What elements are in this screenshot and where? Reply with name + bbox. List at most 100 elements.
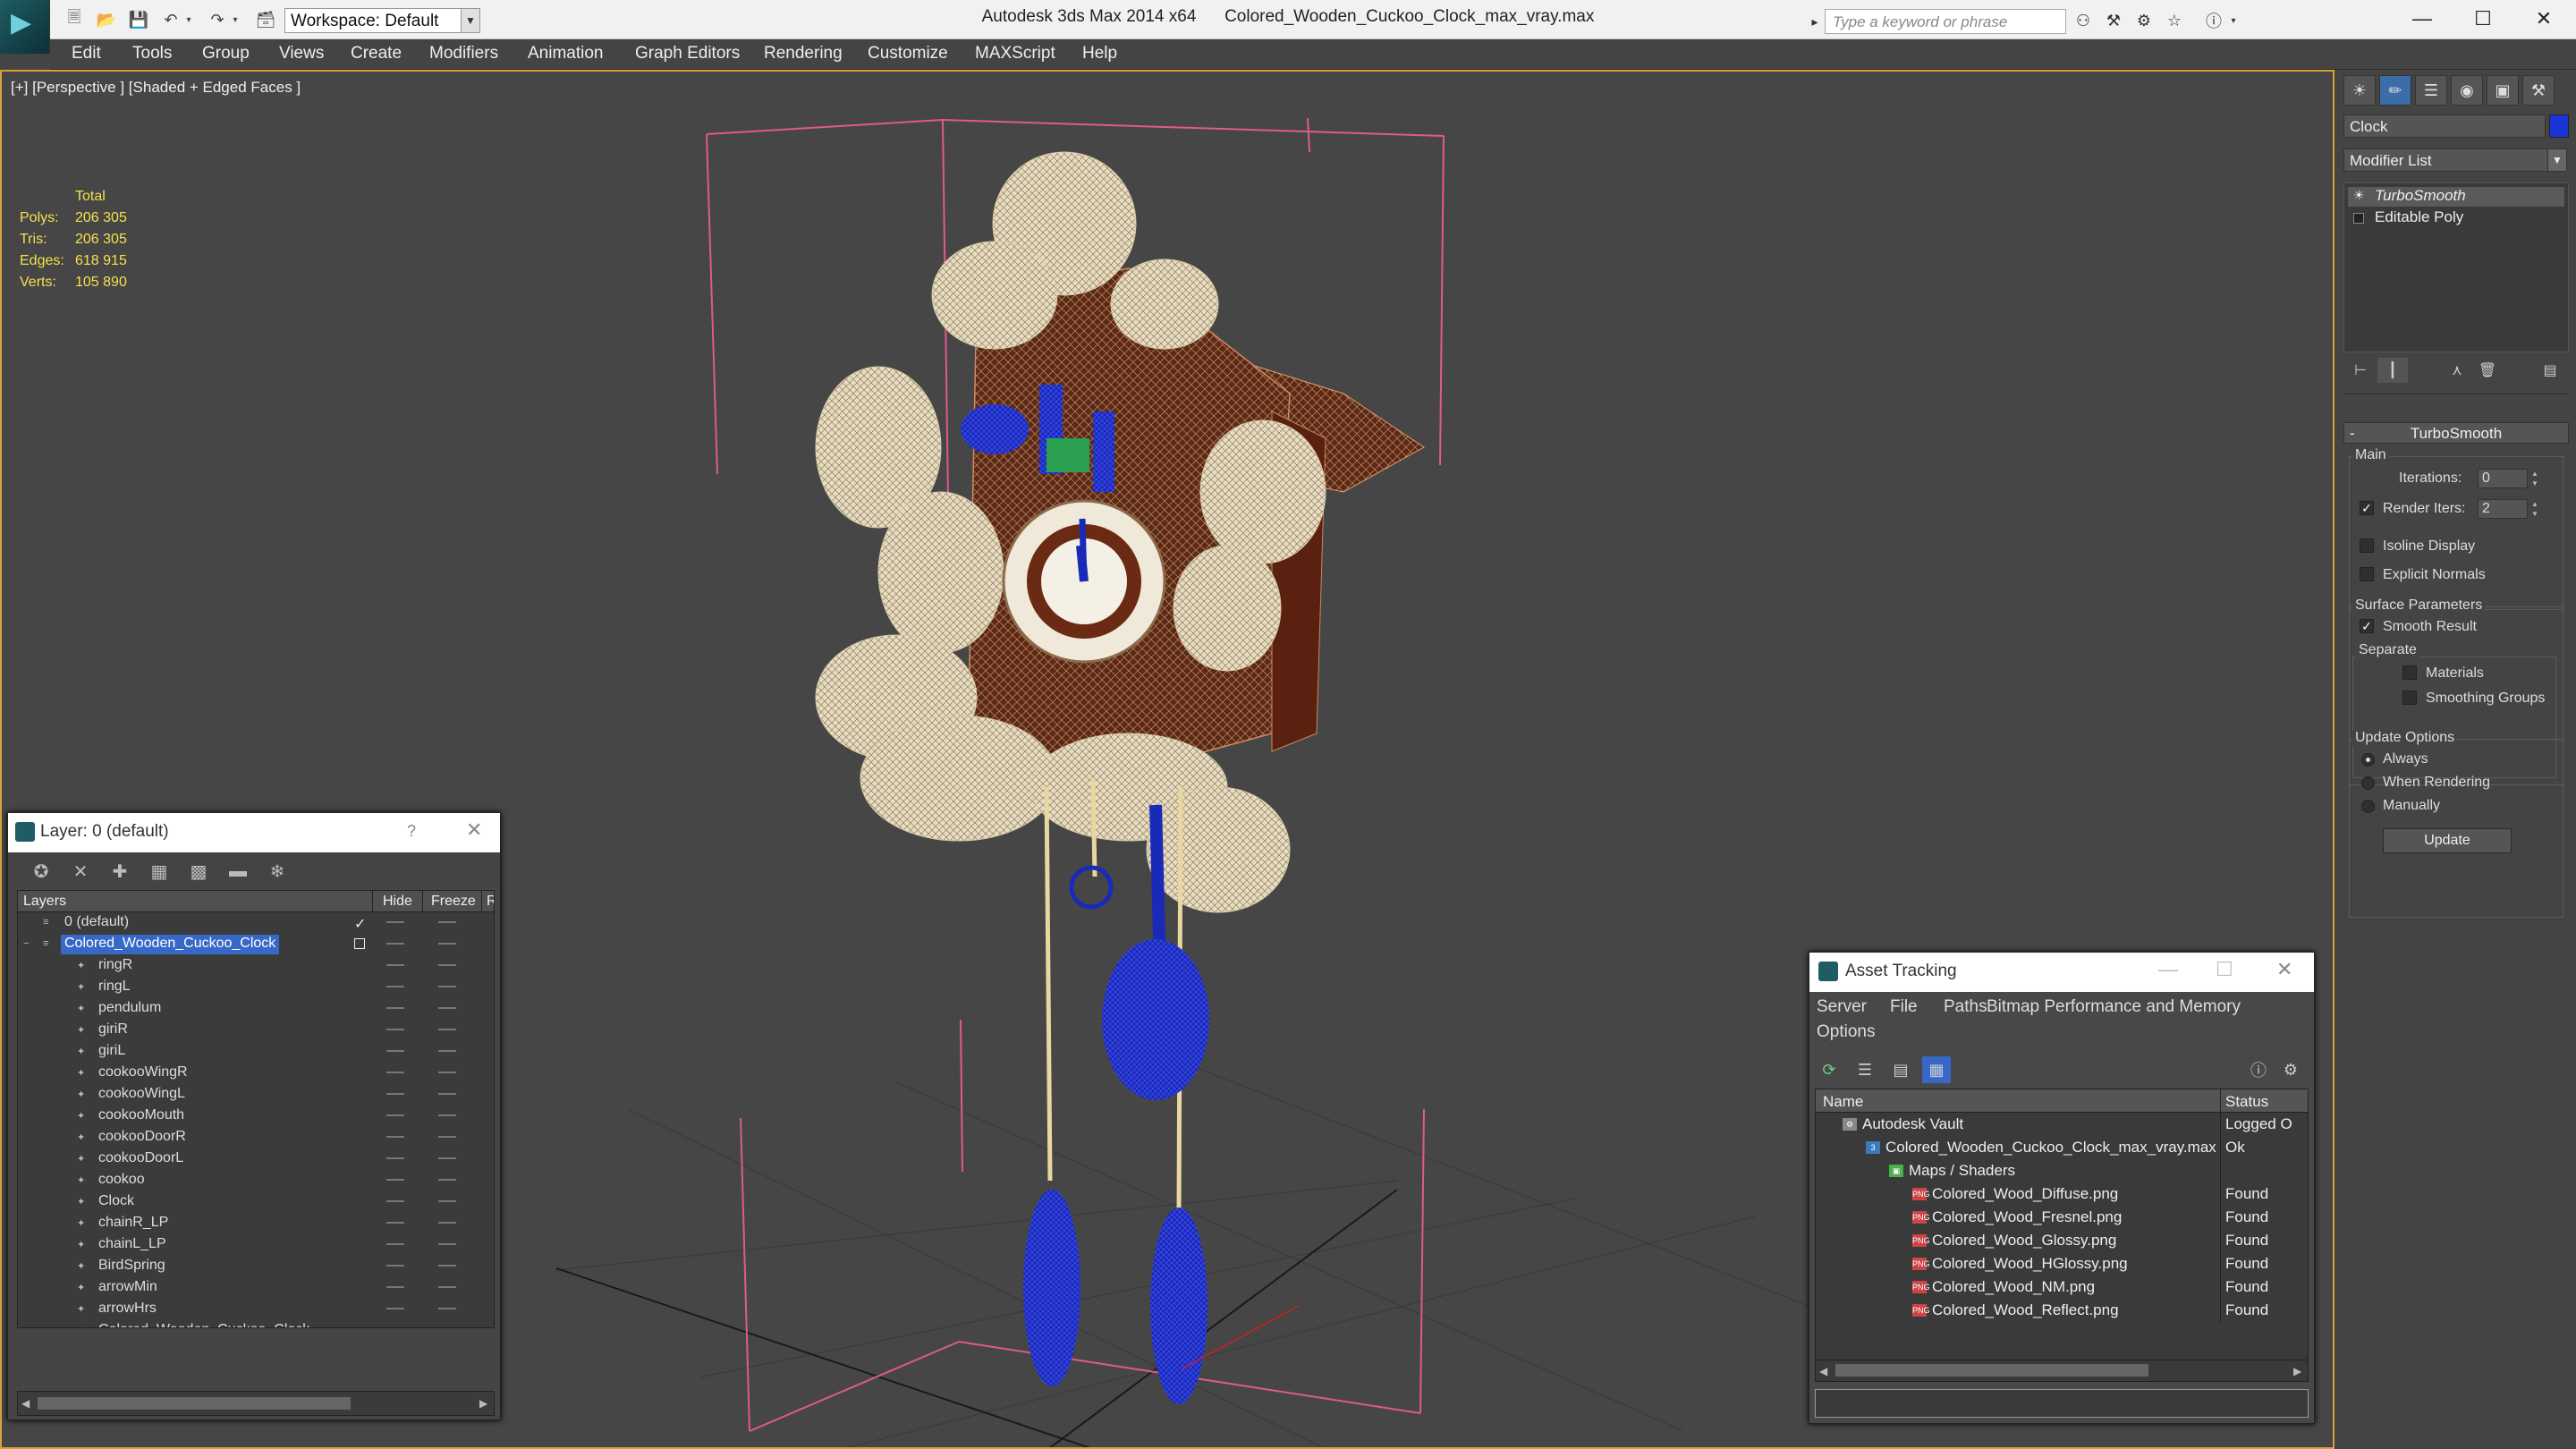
layer-name[interactable]: arrowMin — [95, 1278, 161, 1298]
asset-help-icon[interactable]: ⓘ — [2244, 1056, 2273, 1083]
workspace-dropdown-icon[interactable]: ▼ — [461, 8, 480, 33]
layer-row[interactable]: ✦ cookooDoorL — [18, 1148, 494, 1170]
layer-row[interactable]: ✦ cookoo — [18, 1170, 494, 1191]
layer-horizontal-scrollbar[interactable]: ◀ ▶ — [17, 1391, 495, 1416]
menu-modifiers[interactable]: Modifiers — [429, 44, 498, 64]
turbosmooth-rollout-header[interactable]: - TurboSmooth — [2343, 422, 2569, 444]
minimize-icon[interactable]: — — [2394, 0, 2451, 38]
hide-toggle[interactable] — [386, 986, 404, 987]
layer-name[interactable]: cookooMouth — [95, 1106, 188, 1126]
freeze-toggle[interactable] — [438, 986, 456, 987]
layer-row[interactable]: ✦ Clock — [18, 1191, 494, 1213]
asset-row[interactable]: PNG Colored_Wood_Reflect.png Found — [1816, 1299, 2308, 1322]
freeze-toggle[interactable] — [438, 1029, 456, 1030]
show-end-result-icon[interactable]: ┃ — [2377, 358, 2408, 383]
layer-row[interactable]: ≡ 0 (default) ✓ — [18, 912, 494, 934]
hide-toggle[interactable] — [386, 1222, 404, 1224]
hide-column-header[interactable]: Hide — [383, 894, 412, 910]
modify-tab-icon[interactable]: ✏ — [2379, 75, 2411, 106]
add-selection-icon[interactable]: ✚ — [105, 858, 135, 885]
spinner-arrows-icon[interactable]: ▲ ▼ — [2529, 499, 2540, 519]
layer-name[interactable]: Clock — [95, 1192, 138, 1212]
freeze-toggle[interactable] — [438, 1265, 456, 1267]
smoothing-groups-checkbox[interactable] — [2402, 691, 2417, 705]
asset-menu-options[interactable]: Options — [1817, 1022, 1875, 1042]
layer-row[interactable]: ✦ giriR — [18, 1020, 494, 1041]
hide-toggle[interactable] — [386, 1179, 404, 1181]
asset-status-field[interactable] — [1815, 1389, 2309, 1418]
render-iters-spinner[interactable]: 2 — [2478, 499, 2528, 519]
freeze-toggle[interactable] — [438, 943, 456, 945]
scroll-thumb[interactable] — [1835, 1364, 2148, 1377]
name-column-header[interactable]: Name — [1823, 1093, 1863, 1111]
asset-row[interactable]: ▣ Maps / Shaders — [1816, 1159, 2308, 1182]
layer-help-icon[interactable]: ? — [407, 822, 416, 841]
materials-checkbox[interactable] — [2402, 665, 2417, 680]
menu-help[interactable]: Help — [1082, 44, 1117, 64]
when-rendering-radio[interactable] — [2361, 776, 2375, 790]
asset-horizontal-scrollbar[interactable]: ◀ ▶ — [1816, 1360, 2308, 1381]
workspace-select[interactable]: Workspace: Default — [284, 8, 463, 33]
isoline-display-checkbox[interactable] — [2360, 538, 2374, 553]
layer-row[interactable]: ✦ arrowHrs — [18, 1299, 494, 1320]
modifier-list-dropdown[interactable]: Modifier List — [2343, 148, 2558, 172]
menu-customize[interactable]: Customize — [868, 44, 948, 64]
pin-stack-icon[interactable]: ⊢ — [2345, 358, 2376, 383]
freeze-toggle[interactable] — [438, 1007, 456, 1009]
layer-row[interactable]: ✦ cookooDoorR — [18, 1127, 494, 1148]
create-layer-icon[interactable]: ✪ — [26, 858, 56, 885]
expand-toggle-icon[interactable] — [23, 917, 34, 928]
hide-toggle[interactable] — [386, 1286, 404, 1288]
layer-name[interactable]: ringR — [95, 956, 136, 976]
select-objects-icon[interactable]: ▦ — [144, 858, 174, 885]
freeze-column-header[interactable]: Freeze — [431, 894, 476, 910]
layer-name[interactable]: giriL — [95, 1042, 129, 1062]
delete-layer-icon[interactable]: ✕ — [65, 858, 96, 885]
layer-row[interactable]: ✦ BirdSpring — [18, 1256, 494, 1277]
scroll-right-icon[interactable]: ▶ — [479, 1397, 487, 1410]
asset-row[interactable]: PNG Colored_Wood_Glossy.png Found — [1816, 1229, 2308, 1252]
layer-row[interactable]: ✦ ringR — [18, 955, 494, 977]
freeze-all-layers-icon[interactable]: ❄ — [262, 858, 292, 885]
redo-icon[interactable]: ↷ — [206, 9, 229, 30]
tree-view-icon[interactable]: ▤ — [1886, 1056, 1915, 1083]
binoculars-icon[interactable]: ⚇ — [2070, 9, 2097, 32]
help-dropdown-icon[interactable]: ▾ — [2227, 9, 2240, 32]
freeze-toggle[interactable] — [438, 1136, 456, 1138]
layer-row[interactable]: ✦ cookooWingL — [18, 1084, 494, 1106]
favorites-star-icon[interactable]: ☆ — [2161, 9, 2188, 32]
scroll-thumb[interactable] — [38, 1397, 351, 1410]
redo-dropdown-icon[interactable]: ▾ — [229, 9, 242, 30]
asset-settings-icon[interactable]: ⚙ — [2276, 1056, 2305, 1083]
layer-row[interactable]: − ≡ Colored_Wooden_Cuckoo_Clock — [18, 934, 494, 955]
layer-row[interactable]: ✦ chainL_LP — [18, 1234, 494, 1256]
hide-toggle[interactable] — [386, 921, 404, 923]
layer-row[interactable]: ✦ chainR_LP — [18, 1213, 494, 1234]
layer-name[interactable]: 0 (default) — [61, 913, 132, 933]
search-expand-icon[interactable]: ▸ — [1807, 11, 1823, 32]
save-file-icon[interactable]: 💾 — [127, 9, 150, 30]
layer-name[interactable]: BirdSpring — [95, 1257, 169, 1276]
render-column-header[interactable]: R — [487, 894, 494, 910]
hierarchy-tab-icon[interactable]: ☰ — [2415, 75, 2447, 106]
always-radio[interactable] — [2361, 753, 2375, 767]
menu-create[interactable]: Create — [351, 44, 402, 64]
create-tab-icon[interactable]: ☀ — [2343, 75, 2376, 106]
freeze-toggle[interactable] — [438, 1308, 456, 1309]
remove-modifier-icon[interactable]: 🗑 — [2472, 358, 2503, 383]
communication-icon[interactable]: ⚙ — [2131, 9, 2157, 32]
freeze-toggle[interactable] — [438, 1157, 456, 1159]
layer-name[interactable]: pendulum — [95, 999, 165, 1019]
expand-toggle-icon[interactable]: − — [23, 938, 34, 949]
layer-name[interactable]: chainL_LP — [95, 1235, 170, 1255]
asset-menu-bitmap-performance[interactable]: Bitmap Performance and Memory — [1981, 997, 2241, 1017]
configure-sets-icon[interactable]: ▤ — [2535, 358, 2565, 383]
hide-toggle[interactable] — [386, 1050, 404, 1052]
undo-icon[interactable]: ↶ — [159, 9, 182, 30]
layer-name[interactable]: arrowHrs — [95, 1300, 160, 1319]
freeze-toggle[interactable] — [438, 1179, 456, 1181]
object-color-swatch[interactable] — [2549, 114, 2569, 138]
iterations-spinner[interactable]: 0 — [2478, 469, 2528, 488]
app-logo[interactable]: ▶ — [0, 0, 50, 54]
menu-maxscript[interactable]: MAXScript — [975, 44, 1055, 64]
